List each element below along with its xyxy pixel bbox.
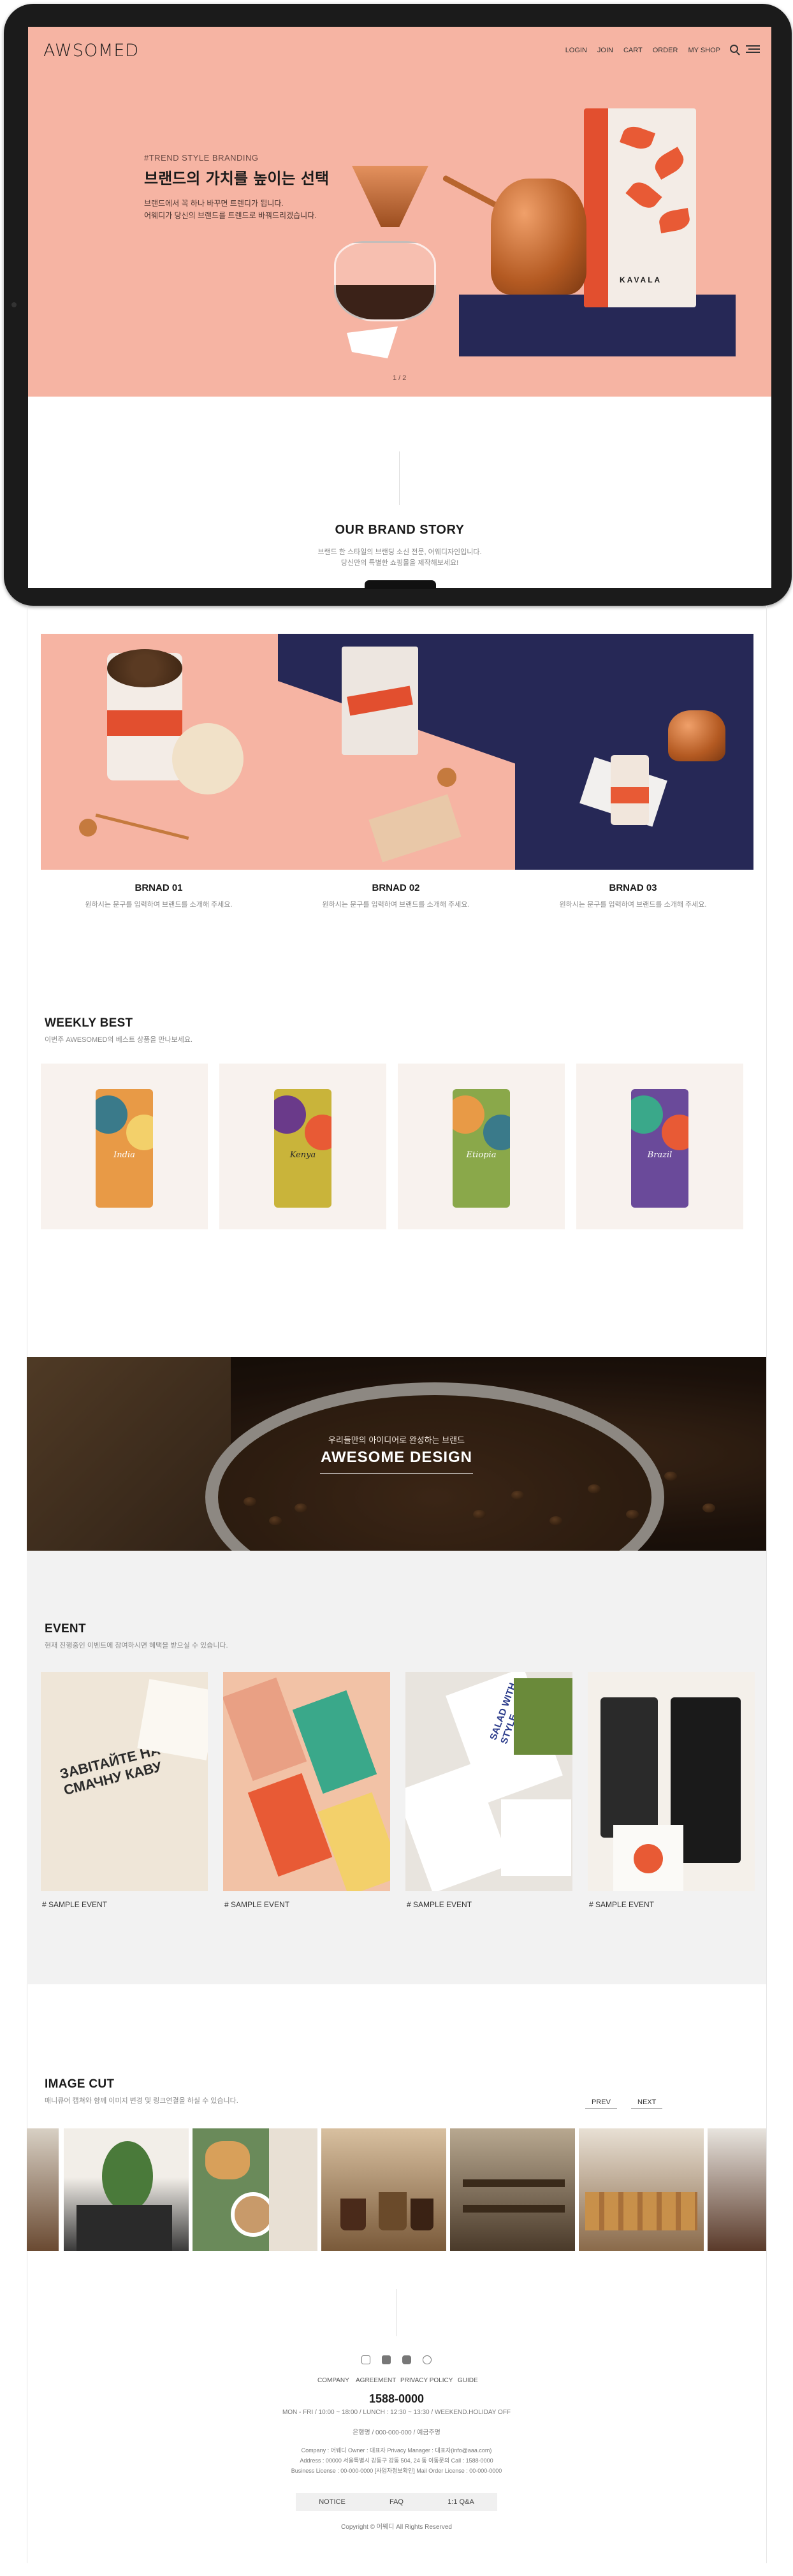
footer-link-company[interactable]: COMPANY [317, 2377, 349, 2384]
footer-hours: MON - FRI / 10:00 ~ 18:00 / LUNCH : 12:3… [282, 2409, 511, 2416]
kakao-icon[interactable] [423, 2355, 432, 2364]
product-card[interactable]: Etiopia [398, 1064, 565, 1229]
hero-kicker: #TREND STYLE BRANDING [144, 153, 259, 163]
weekly-best-subtitle: 이번주 AWESOMED의 베스트 상품을 만나보세요. [45, 1036, 193, 1044]
search-icon[interactable] [730, 45, 738, 53]
qna-button[interactable]: 1:1 Q&A [425, 2493, 497, 2511]
top-nav: LOGIN JOIN CART ORDER MY SHOP [565, 47, 720, 54]
brand-02-desc: 원하시는 문구를 입력하여 브랜드를 소개해 주세요. [322, 901, 470, 909]
brand-03-desc: 원하시는 문구를 입력하여 브랜드를 소개해 주세요. [559, 901, 707, 909]
image-cut-photo[interactable] [321, 2128, 446, 2251]
youtube-icon[interactable] [402, 2355, 411, 2364]
brand-story-subtitle: 브랜드 한 스타일의 브랜딩 소신 전문, 어웨디자인입니다. 당신만의 특별한… [317, 548, 482, 567]
next-button[interactable]: NEXT [631, 2097, 663, 2109]
event-subtitle: 현재 진행중인 이벤트에 참여하시면 혜택을 받으실 수 있습니다. [45, 1642, 228, 1650]
event-title: EVENT [45, 1622, 86, 1636]
event-card-image[interactable]: ЗАВІТАЙТЕ НА СМАЧНУ КАВУ [41, 1672, 208, 1891]
footer-link-privacy[interactable]: PRIVACY POLICY [400, 2377, 453, 2384]
footer-link-guide[interactable]: GUIDE [458, 2377, 478, 2384]
hero-title: 브랜드의 가치를 높이는 선택 [144, 170, 330, 187]
footer-divider [396, 2289, 397, 2336]
nav-order[interactable]: ORDER [653, 47, 678, 54]
brand-02-label[interactable]: BRNAD 02 [278, 882, 514, 893]
image-cut-photo[interactable] [193, 2128, 317, 2251]
event-card-image[interactable] [588, 1672, 755, 1891]
event-tag[interactable]: # SAMPLE EVENT [224, 1900, 289, 1909]
tablet-home-bar [365, 580, 436, 589]
copyright: Copyright © 어웨디 All Rights Reserved [341, 2524, 452, 2531]
faq-button[interactable]: FAQ [360, 2493, 433, 2511]
nav-join[interactable]: JOIN [597, 47, 613, 54]
notice-button[interactable]: NOTICE [296, 2493, 368, 2511]
product-image: Brazil [631, 1089, 688, 1208]
coffee-bag-image: KAVALA [584, 108, 696, 307]
product-card[interactable]: Brazil [576, 1064, 743, 1229]
footer-bank: 은행명 / 000-000-000 / 예금주명 [353, 2429, 440, 2436]
brand-images-strip [41, 634, 753, 870]
image-cut-subtitle: 매니큐어 캡쳐와 함께 이미지 변경 및 링크연결을 하실 수 있습니다. [45, 2097, 238, 2105]
footer-link-agreement[interactable]: AGREEMENT [356, 2377, 396, 2384]
product-name: Brazil [647, 1150, 673, 1160]
copper-kettle-image [491, 179, 586, 295]
footer-address: Address : 00000 서울특별시 강동구 강동 504, 24 동 이… [300, 2457, 493, 2464]
product-image: Etiopia [453, 1089, 510, 1208]
prev-button[interactable]: PREV [585, 2097, 617, 2109]
footer-phone: 1588-0000 [368, 2392, 425, 2405]
tablet-camera [11, 302, 17, 307]
paper-filter-image [347, 326, 398, 358]
image-cut-photo[interactable] [64, 2128, 189, 2251]
hero-pager[interactable]: 1 / 2 [393, 374, 406, 382]
event-card-image[interactable] [223, 1672, 390, 1891]
brand-02-image[interactable] [278, 634, 515, 870]
glass-carafe-image [334, 241, 436, 321]
product-card[interactable]: India [41, 1064, 208, 1229]
nav-login[interactable]: LOGIN [565, 47, 587, 54]
footer-company: Company : 어웨디 Owner : 대표자 Privacy Manage… [301, 2447, 492, 2454]
brand-03-label[interactable]: BRNAD 03 [515, 882, 751, 893]
hero-section: AWSOMED LOGIN JOIN CART ORDER MY SHOP KA… [28, 27, 771, 397]
hero-description: 브랜드에서 꼭 하나 바꾸면 트렌디가 됩니다. 어웨디가 당신의 브랜드를 트… [144, 199, 317, 220]
image-cut-photo[interactable] [450, 2128, 575, 2251]
image-cut-title: IMAGE CUT [45, 2077, 115, 2091]
product-card[interactable]: Kenya [219, 1064, 386, 1229]
divider-line [399, 451, 400, 505]
product-name: India [113, 1150, 135, 1160]
event-card-image[interactable]: SALAD WITH STYLE [405, 1672, 572, 1891]
bag-label: KAVALA [620, 275, 662, 284]
image-cut-photo[interactable] [27, 2128, 59, 2251]
facebook-icon[interactable] [382, 2355, 391, 2364]
tablet-frame: AWSOMED LOGIN JOIN CART ORDER MY SHOP KA… [4, 4, 792, 606]
weekly-best-title: WEEKLY BEST [45, 1016, 133, 1030]
nav-my-shop[interactable]: MY SHOP [688, 47, 720, 54]
product-name: Kenya [289, 1150, 316, 1160]
banner-title: AWESOME DESIGN [320, 1449, 473, 1466]
product-name: Etiopia [466, 1150, 497, 1160]
brand-01-desc: 원하시는 문구를 입력하여 브랜드를 소개해 주세요. [85, 901, 233, 909]
copper-dripper-image [352, 166, 428, 227]
brand-story-title: OUR BRAND STORY [335, 523, 465, 537]
product-image: Kenya [274, 1089, 331, 1208]
event-tag[interactable]: # SAMPLE EVENT [42, 1900, 107, 1909]
brand-03-image[interactable] [515, 634, 753, 870]
footer-license: Business License : 00-000-0000 [사업자정보확인]… [291, 2468, 502, 2474]
brand-01-image[interactable] [41, 634, 278, 870]
menu-icon[interactable] [746, 45, 760, 53]
tablet-screen: AWSOMED LOGIN JOIN CART ORDER MY SHOP KA… [28, 27, 771, 588]
site-logo[interactable]: AWSOMED [43, 41, 139, 61]
instagram-icon[interactable] [361, 2355, 370, 2364]
nav-cart[interactable]: CART [623, 47, 643, 54]
brand-01-label[interactable]: BRNAD 01 [41, 882, 277, 893]
image-cut-photo[interactable] [708, 2128, 766, 2251]
image-cut-photo[interactable] [579, 2128, 704, 2251]
event-tag[interactable]: # SAMPLE EVENT [407, 1900, 472, 1909]
event-tag[interactable]: # SAMPLE EVENT [589, 1900, 654, 1909]
banner-kicker: 우리들만의 아이디어로 완성하는 브랜드 [328, 1435, 465, 1445]
awesome-design-banner[interactable]: 우리들만의 아이디어로 완성하는 브랜드 AWESOME DESIGN [27, 1357, 766, 1551]
product-image: India [96, 1089, 153, 1208]
